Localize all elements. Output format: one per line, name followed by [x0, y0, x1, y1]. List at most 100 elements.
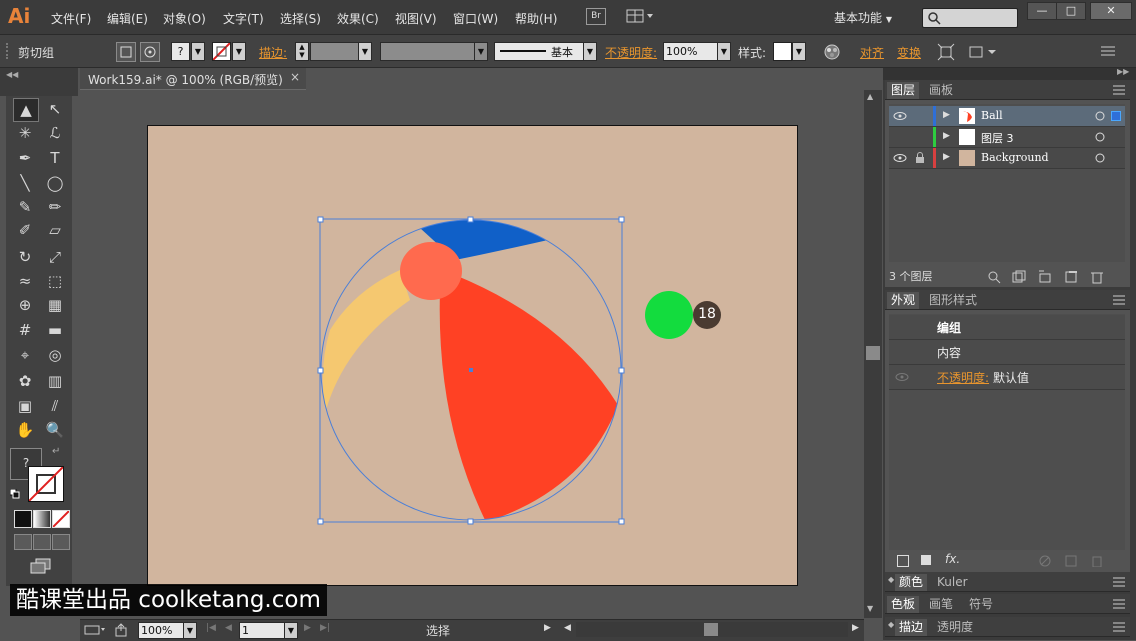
eye-icon[interactable]	[893, 111, 907, 121]
ball-red-segment	[439, 275, 618, 520]
add-fill-icon[interactable]	[921, 555, 931, 565]
layer-color-swatch	[933, 127, 936, 147]
next-artboard-icon[interactable]: ▶	[304, 623, 311, 633]
artwork	[317, 216, 721, 525]
tab-color[interactable]: 颜色	[895, 574, 928, 591]
panel-menu-icon[interactable]	[1100, 45, 1116, 57]
layer-color-swatch	[933, 148, 936, 168]
layer-name: 图层 3	[981, 132, 1014, 145]
green-dot-marker	[645, 291, 693, 339]
artboard-dropdown-icon[interactable]: ▼	[284, 622, 298, 639]
expand-triangle-icon[interactable]: ▶	[943, 131, 950, 141]
layer-row-ball[interactable]: ▶ Ball	[889, 106, 1125, 127]
opacity-link[interactable]: 不透明度:	[937, 369, 989, 386]
status-menu-icon[interactable]: ▶	[544, 623, 551, 633]
transform-button[interactable]: 变换	[897, 44, 921, 61]
zoom-dropdown-icon[interactable]: ▼	[183, 622, 197, 639]
zoom-input[interactable]: 100%	[138, 622, 184, 639]
dock-header: ▶▶	[883, 67, 1136, 80]
swatches-panel-group: 色板 画笔 符号	[885, 594, 1130, 614]
appearance-footer: fx.	[889, 551, 1125, 571]
expand-panel-icon[interactable]: ◆	[888, 620, 894, 629]
scroll-thumb[interactable]	[866, 346, 880, 360]
color-panel-group: ◆ 颜色 Kuler	[885, 572, 1130, 592]
hscroll-right-icon[interactable]: ▶	[852, 623, 859, 633]
tab-graphic-styles[interactable]: 图形样式	[925, 292, 981, 309]
lock-icon[interactable]	[915, 152, 925, 164]
target-icon[interactable]	[1095, 132, 1105, 142]
close-button[interactable]: ✕	[1090, 2, 1132, 20]
tab-stroke[interactable]: 描边	[895, 619, 928, 636]
first-artboard-icon[interactable]: |◀	[206, 623, 216, 633]
prev-artboard-icon[interactable]: ◀	[225, 623, 232, 633]
tab-symbols[interactable]: 符号	[965, 596, 997, 613]
scroll-up-icon[interactable]: ▲	[867, 92, 873, 101]
maximize-button[interactable]: □	[1056, 2, 1086, 20]
hscroll-left-icon[interactable]: ◀	[564, 623, 571, 633]
layers-panel-tabs: 图层 画板	[885, 80, 1130, 100]
export-icon[interactable]	[114, 623, 128, 637]
layer-name: Ball	[981, 109, 1003, 122]
layer-name: Background	[981, 151, 1049, 164]
new-layer-icon[interactable]	[1064, 270, 1078, 284]
appearance-panel-tabs: 外观 图形样式	[885, 290, 1130, 310]
new-sublayer-icon[interactable]	[1038, 270, 1052, 284]
artboard-number-input[interactable]: 1	[239, 622, 285, 639]
appearance-panel-menu-icon[interactable]	[1112, 295, 1126, 305]
tab-transparency[interactable]: 透明度	[933, 619, 977, 636]
layer-row-background[interactable]: ▶ Background	[889, 148, 1125, 169]
step-badge-number: 18	[698, 306, 716, 322]
scroll-down-icon[interactable]: ▼	[867, 604, 873, 613]
chevron-down-icon: ▼	[885, 15, 892, 24]
fx-icon[interactable]: fx.	[945, 552, 960, 566]
tab-artboards[interactable]: 画板	[925, 82, 957, 99]
expand-panel-icon[interactable]: ◆	[888, 575, 894, 584]
appearance-contents-row[interactable]: 内容	[889, 340, 1125, 365]
tab-kuler[interactable]: Kuler	[933, 574, 972, 591]
horizontal-scrollbar[interactable]	[576, 622, 848, 637]
layer-color-swatch	[933, 106, 936, 126]
layer-count: 3 个图层	[889, 270, 933, 283]
search-icon	[928, 12, 941, 25]
layers-panel-menu-icon[interactable]	[1112, 85, 1126, 95]
ball-cap	[400, 242, 462, 300]
dock-collapse-icon[interactable]: ▶▶	[1117, 67, 1129, 76]
tab-brushes[interactable]: 画笔	[925, 596, 957, 613]
isolate-group-icon[interactable]	[937, 43, 955, 61]
eye-icon[interactable]	[893, 153, 907, 163]
last-artboard-icon[interactable]: ▶|	[320, 623, 330, 633]
target-icon[interactable]	[1095, 153, 1105, 163]
expand-triangle-icon[interactable]: ▶	[943, 110, 950, 120]
contents-label: 内容	[937, 346, 962, 360]
delete-item-icon[interactable]	[1091, 555, 1103, 567]
appearance-opacity-row[interactable]: 不透明度: 默认值	[889, 365, 1125, 390]
target-icon[interactable]	[1095, 111, 1105, 121]
layer-row-layer3[interactable]: ▶ 图层 3	[889, 127, 1125, 148]
search-input[interactable]	[922, 8, 1018, 28]
stroke-panel-group: ◆ 描边 透明度	[885, 617, 1130, 637]
locate-object-icon[interactable]	[987, 270, 1001, 284]
selection-indicator[interactable]	[1111, 111, 1121, 121]
expand-triangle-icon[interactable]: ▶	[943, 152, 950, 162]
eye-icon[interactable]	[895, 372, 909, 382]
minimize-button[interactable]: —	[1027, 2, 1057, 20]
hscroll-thumb[interactable]	[704, 623, 718, 636]
status-options-icon[interactable]	[84, 624, 106, 636]
color-panel-menu-icon[interactable]	[1112, 577, 1126, 587]
layer-thumbnail	[959, 150, 975, 166]
stroke-panel-menu-icon[interactable]	[1112, 622, 1126, 632]
vertical-scrollbar[interactable]: ▲ ▼	[864, 90, 882, 618]
tab-appearance[interactable]: 外观	[887, 292, 920, 309]
tab-swatches[interactable]: 色板	[887, 596, 920, 613]
clear-appearance-icon[interactable]	[1039, 555, 1051, 567]
opacity-value: 默认值	[993, 371, 1030, 385]
swatches-panel-menu-icon[interactable]	[1112, 599, 1126, 609]
delete-layer-icon[interactable]	[1090, 270, 1104, 284]
add-stroke-icon[interactable]	[897, 555, 909, 567]
current-tool-label: 选择	[426, 624, 451, 638]
duplicate-item-icon[interactable]	[1065, 555, 1077, 567]
appearance-group-row: 编组	[889, 315, 1125, 340]
tab-layers[interactable]: 图层	[887, 82, 920, 99]
object-options-icon[interactable]	[968, 43, 998, 61]
make-clipping-mask-icon[interactable]	[1012, 270, 1026, 284]
